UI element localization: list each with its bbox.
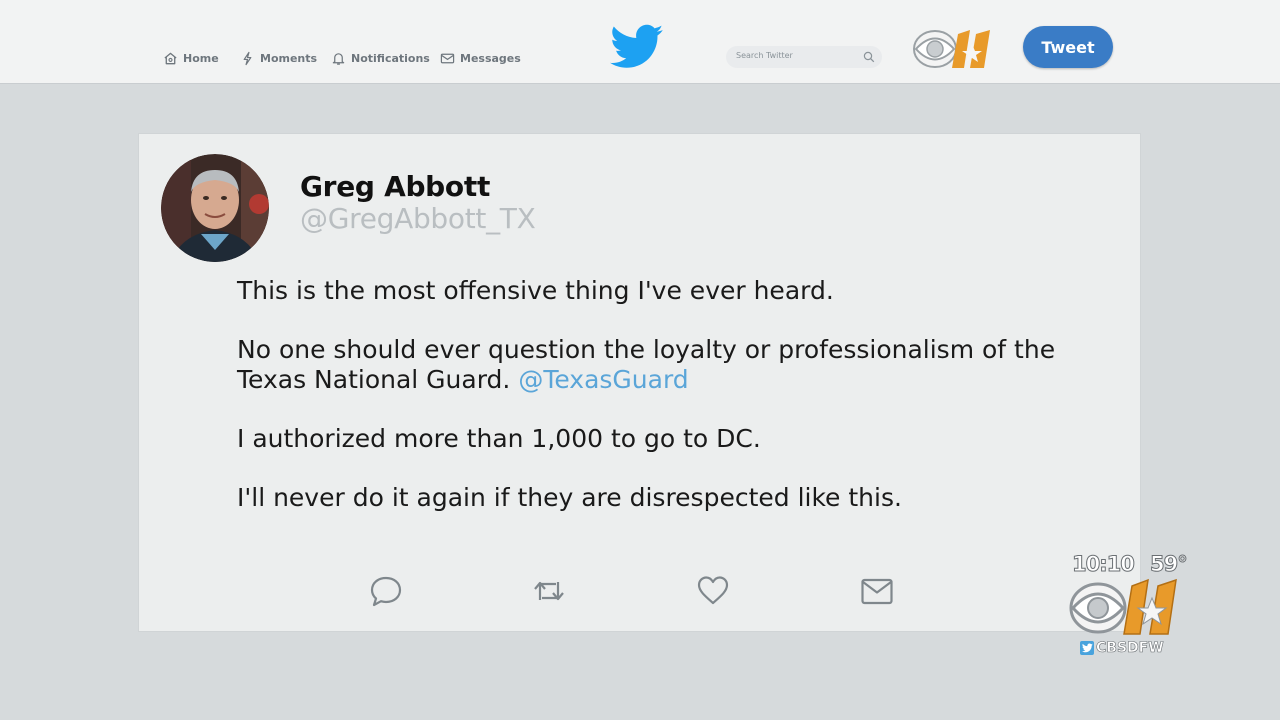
author-handle[interactable]: @GregAbbott_TX (300, 202, 536, 235)
tweet-button[interactable]: Tweet (1023, 26, 1113, 68)
nav-notifications-label: Notifications (351, 52, 430, 65)
retweet-icon[interactable] (532, 574, 566, 608)
tweet-text: This is the most offensive thing I've ev… (237, 276, 1097, 542)
nav-moments-label: Moments (260, 52, 318, 65)
tweet-paragraph: No one should ever question the loyalty … (237, 335, 1097, 395)
nav-messages[interactable]: Messages (440, 51, 521, 66)
tweet-paragraph: I authorized more than 1,000 to go to DC… (237, 424, 761, 453)
broadcast-time: 10:10 (1072, 552, 1136, 577)
twitter-icon (1080, 641, 1094, 655)
tweet-paragraph: I'll never do it again if they are disre… (237, 483, 902, 512)
home-icon (164, 52, 177, 65)
messages-icon (440, 53, 455, 64)
nav-moments[interactable]: Moments (240, 51, 317, 66)
moments-icon (243, 51, 252, 66)
like-icon[interactable] (696, 574, 730, 608)
notifications-icon (332, 53, 345, 65)
avatar[interactable] (161, 154, 269, 262)
search-icon[interactable] (863, 51, 875, 63)
tweet-actions (139, 574, 1140, 614)
station-twitter-handle: CBSDFW (1080, 640, 1164, 656)
direct-message-icon[interactable] (860, 574, 894, 608)
nav-home-label: Home (183, 52, 219, 65)
broadcast-temperature: 59° (1150, 552, 1189, 577)
search-placeholder: Search Twitter (736, 51, 793, 60)
search-input[interactable]: Search Twitter (726, 46, 882, 68)
nav-home[interactable]: Home (163, 51, 219, 66)
station-bug: 10:10 59° CBSDFW (1066, 552, 1196, 658)
tweet-card: Greg Abbott @GregAbbott_TX This is the m… (138, 133, 1141, 632)
reply-icon[interactable] (369, 574, 403, 608)
mention-link[interactable]: @TexasGuard (518, 365, 688, 394)
cbs11-bug-logo (1069, 578, 1177, 635)
station-handle-text: CBSDFW (1096, 640, 1164, 657)
twitter-bird-icon[interactable] (610, 24, 664, 70)
top-navigation-bar: Home Moments Notifications Messages Sear… (0, 0, 1280, 84)
cbs11-station-logo (913, 30, 990, 68)
tweet-paragraph: This is the most offensive thing I've ev… (237, 276, 834, 305)
author-name[interactable]: Greg Abbott (300, 170, 490, 203)
nav-notifications[interactable]: Notifications (331, 51, 430, 66)
nav-messages-label: Messages (460, 52, 521, 65)
